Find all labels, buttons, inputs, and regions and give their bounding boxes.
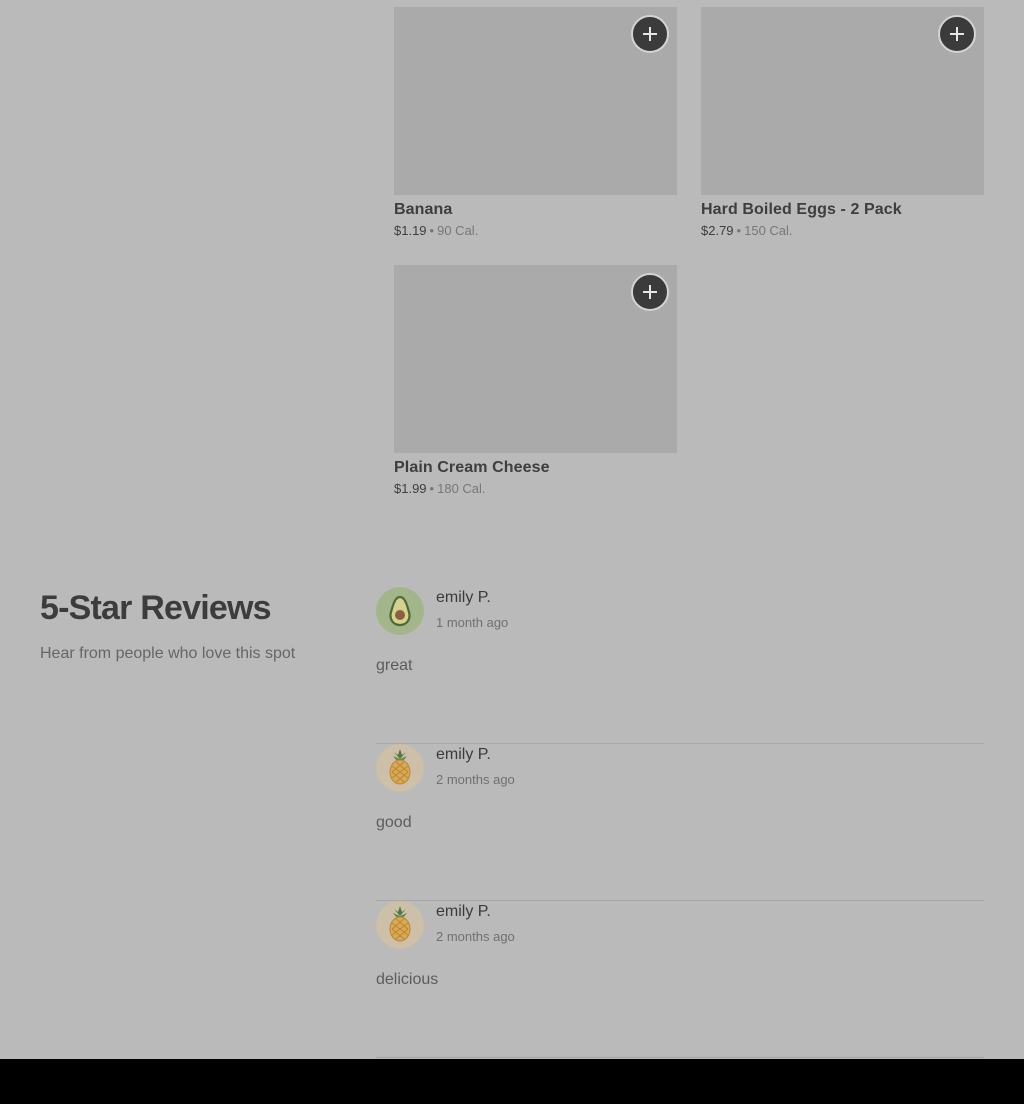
plus-icon [950, 27, 964, 41]
add-to-cart-button[interactable] [631, 273, 669, 311]
product-calories: 180 Cal. [437, 481, 486, 496]
product-card-banana[interactable]: Banana $1.19 • 90 Cal. [394, 7, 677, 239]
pineapple-icon [376, 901, 424, 949]
meta-separator: • [429, 481, 435, 496]
review-text: great [376, 657, 413, 674]
review-text: delicious [376, 971, 439, 988]
product-name[interactable]: Hard Boiled Eggs - 2 Pack [701, 200, 984, 220]
product-price: $1.19 [394, 223, 427, 238]
add-to-cart-button[interactable] [938, 15, 976, 53]
product-price: $1.99 [394, 481, 427, 496]
product-name[interactable]: Plain Cream Cheese [394, 458, 677, 478]
product-meta: $2.79 • 150 Cal. [701, 223, 984, 239]
avatar [376, 901, 424, 949]
review-item: emily P. 2 months ago delicious [376, 901, 984, 1058]
meta-separator: • [429, 223, 435, 238]
plus-icon [643, 27, 657, 41]
avatar [376, 744, 424, 792]
product-image-placeholder[interactable] [394, 265, 677, 453]
review-time: 2 months ago [436, 929, 515, 944]
review-text: good [376, 814, 412, 831]
reviews-title: 5-Star Reviews [40, 589, 272, 627]
product-image-placeholder[interactable] [701, 7, 984, 195]
product-name[interactable]: Banana [394, 200, 677, 220]
meta-separator: • [736, 223, 742, 238]
avatar [376, 587, 424, 635]
product-meta: $1.19 • 90 Cal. [394, 223, 677, 239]
review-item: emily P. 1 month ago great [376, 587, 984, 744]
product-card-hard-boiled-eggs[interactable]: Hard Boiled Eggs - 2 Pack $2.79 • 150 Cal. [701, 7, 984, 239]
product-calories: 150 Cal. [744, 223, 793, 238]
review-time: 1 month ago [436, 615, 509, 630]
avocado-icon [376, 587, 424, 635]
product-meta: $1.99 • 180 Cal. [394, 481, 677, 497]
product-calories: 90 Cal. [437, 223, 479, 238]
review-author: emily P. [436, 903, 491, 920]
pineapple-icon [376, 744, 424, 792]
review-author: emily P. [436, 589, 491, 606]
plus-icon [643, 285, 657, 299]
product-card-plain-cream-cheese[interactable]: Plain Cream Cheese $1.99 • 180 Cal. [394, 265, 677, 497]
product-image-placeholder[interactable] [394, 7, 677, 195]
add-to-cart-button[interactable] [631, 15, 669, 53]
product-price: $2.79 [701, 223, 734, 238]
store-page: Banana $1.19 • 90 Cal. Hard Boiled Eggs - … [0, 0, 1024, 1104]
footer-bar [0, 1059, 1024, 1104]
review-item: emily P. 2 months ago good [376, 744, 984, 901]
reviews-subtitle: Hear from people who love this spot [40, 645, 296, 662]
review-author: emily P. [436, 746, 491, 763]
review-time: 2 months ago [436, 772, 515, 787]
